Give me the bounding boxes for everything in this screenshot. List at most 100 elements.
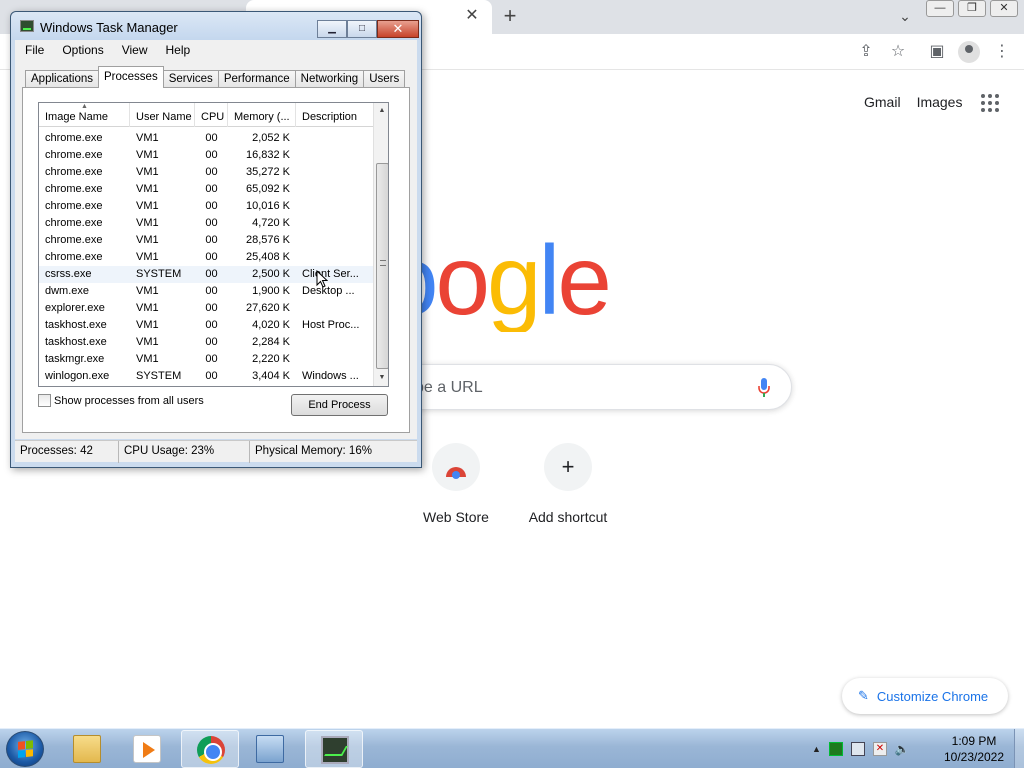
process-memory: 35,272 K xyxy=(245,166,290,178)
sort-ascending-icon: ▲ xyxy=(81,103,88,110)
folder-icon xyxy=(73,735,101,763)
tab-applications[interactable]: Applications xyxy=(25,70,100,88)
taskbar-remote-desktop[interactable] xyxy=(241,730,299,768)
close-button[interactable]: ✕ xyxy=(377,20,419,38)
process-memory: 65,092 K xyxy=(245,183,290,195)
process-row[interactable]: taskhost.exe VM1 00 2,284 K xyxy=(39,334,373,351)
process-cpu: 00 xyxy=(205,200,218,212)
process-row[interactable]: winlogon.exe SYSTEM 00 3,404 K Windows ... xyxy=(39,368,373,385)
process-cpu: 00 xyxy=(205,183,218,195)
microphone-icon[interactable] xyxy=(757,377,771,399)
process-name: chrome.exe xyxy=(45,166,103,178)
images-link[interactable]: Images xyxy=(917,94,963,110)
taskbar-explorer[interactable] xyxy=(58,730,116,768)
process-row[interactable]: taskmgr.exe VM1 00 2,220 K xyxy=(39,351,373,368)
remote-desktop-icon xyxy=(256,735,284,763)
tab-users[interactable]: Users xyxy=(363,70,406,88)
process-user: VM1 xyxy=(136,302,159,314)
process-description xyxy=(296,130,373,147)
show-all-users-checkbox[interactable]: Show processes from all users xyxy=(38,394,204,407)
side-panel-icon[interactable]: ▣ xyxy=(927,42,947,62)
show-desktop-button[interactable] xyxy=(1014,729,1024,768)
process-list-header: ▲ Image Name User Name CPU Memory (... D… xyxy=(39,103,373,127)
maximize-button[interactable]: □ xyxy=(347,20,377,38)
column-image-name[interactable]: ▲ Image Name xyxy=(39,103,130,127)
process-user: VM1 xyxy=(136,251,159,263)
process-list[interactable]: ▲ Image Name User Name CPU Memory (... D… xyxy=(38,102,389,387)
chrome-menu-icon[interactable]: ⋮ xyxy=(992,42,1012,62)
show-hidden-icons-icon[interactable]: ▲ xyxy=(812,744,821,754)
process-row[interactable]: chrome.exe VM1 00 65,092 K xyxy=(39,181,373,198)
process-user: VM1 xyxy=(136,285,159,297)
column-cpu[interactable]: CPU xyxy=(195,103,228,127)
gmail-link[interactable]: Gmail xyxy=(864,94,901,110)
minimize-button[interactable]: ▁ xyxy=(317,20,347,38)
process-row[interactable]: chrome.exe VM1 00 2,052 K xyxy=(39,130,373,147)
profile-avatar[interactable] xyxy=(958,41,980,63)
menu-view[interactable]: View xyxy=(112,40,156,60)
process-cpu: 00 xyxy=(205,285,218,297)
taskbar-media-player[interactable] xyxy=(118,730,176,768)
process-row[interactable]: chrome.exe VM1 00 10,016 K xyxy=(39,198,373,215)
new-tab-button[interactable]: + xyxy=(498,4,522,28)
restore-button[interactable]: ❐ xyxy=(958,0,986,17)
tab-services[interactable]: Services xyxy=(162,70,219,88)
process-memory: 10,016 K xyxy=(245,200,290,212)
google-apps-icon[interactable] xyxy=(981,94,999,112)
vertical-scrollbar[interactable]: ▲ ▼ xyxy=(373,103,388,386)
process-row[interactable]: taskhost.exe VM1 00 4,020 K Host Proc... xyxy=(39,317,373,334)
process-row[interactable]: chrome.exe VM1 00 16,832 K xyxy=(39,147,373,164)
tab-search-chevron-icon[interactable]: ⌄ xyxy=(895,6,915,26)
column-description[interactable]: Description xyxy=(296,103,373,127)
process-row[interactable]: chrome.exe VM1 00 25,408 K xyxy=(39,249,373,266)
close-button[interactable]: ✕ xyxy=(990,0,1018,17)
checkbox-box[interactable] xyxy=(38,394,51,407)
process-description xyxy=(296,351,373,368)
network-icon[interactable] xyxy=(850,742,865,756)
process-row[interactable]: chrome.exe VM1 00 28,576 K xyxy=(39,232,373,249)
task-manager-tray-icon[interactable] xyxy=(828,742,843,756)
process-memory: 2,220 K xyxy=(252,353,290,365)
process-name: csrss.exe xyxy=(45,268,92,280)
tab-networking[interactable]: Networking xyxy=(294,70,365,88)
process-memory: 25,408 K xyxy=(245,251,290,263)
process-user: VM1 xyxy=(136,200,159,212)
process-memory: 2,052 K xyxy=(252,132,290,144)
volume-icon[interactable]: 🔈 xyxy=(895,742,910,756)
process-row[interactable]: explorer.exe VM1 00 27,620 K xyxy=(39,300,373,317)
column-user-name[interactable]: User Name xyxy=(130,103,195,127)
menu-options[interactable]: Options xyxy=(52,40,111,60)
process-row[interactable]: chrome.exe VM1 00 35,272 K xyxy=(39,164,373,181)
task-manager-titlebar[interactable]: Windows Task Manager ▁ □ ✕ xyxy=(11,12,421,40)
customize-chrome-button[interactable]: ✎ Customize Chrome xyxy=(842,678,1008,714)
tab-performance[interactable]: Performance xyxy=(217,70,296,88)
share-icon[interactable]: ⇪ xyxy=(856,42,876,62)
start-button[interactable] xyxy=(6,731,44,767)
scroll-up-arrow-icon[interactable]: ▲ xyxy=(374,103,388,119)
process-name: chrome.exe xyxy=(45,132,103,144)
taskbar-chrome[interactable] xyxy=(181,730,239,768)
taskbar-clock[interactable]: 1:09 PM 10/23/2022 xyxy=(936,733,1012,765)
system-tray: ▲ ✕ 🔈 xyxy=(812,729,910,768)
shortcut-add[interactable]: + Add shortcut xyxy=(518,443,618,525)
process-name: chrome.exe xyxy=(45,149,103,161)
customize-label: Customize Chrome xyxy=(876,688,989,704)
bookmark-star-icon[interactable]: ☆ xyxy=(888,42,908,62)
scroll-down-arrow-icon[interactable]: ▼ xyxy=(374,370,388,386)
action-center-flag-icon[interactable]: ✕ xyxy=(872,742,887,756)
scroll-thumb[interactable] xyxy=(376,163,388,369)
end-process-button[interactable]: End Process xyxy=(291,394,388,416)
chrome-window-controls: — ❐ ✕ xyxy=(926,0,1022,18)
menu-help[interactable]: Help xyxy=(156,40,199,60)
google-search-box[interactable]: pe a URL xyxy=(372,364,792,410)
process-row[interactable]: chrome.exe VM1 00 4,720 K xyxy=(39,215,373,232)
tab-processes[interactable]: Processes xyxy=(98,66,164,88)
taskbar-task-manager[interactable] xyxy=(305,730,363,768)
process-cpu: 00 xyxy=(205,234,218,246)
menu-file[interactable]: File xyxy=(15,40,52,60)
tab-close-icon[interactable]: ✕ xyxy=(462,6,482,26)
window-controls: ▁ □ ✕ xyxy=(317,20,419,38)
minimize-button[interactable]: — xyxy=(926,0,954,17)
column-memory[interactable]: Memory (... xyxy=(228,103,296,127)
media-player-icon xyxy=(133,735,161,763)
